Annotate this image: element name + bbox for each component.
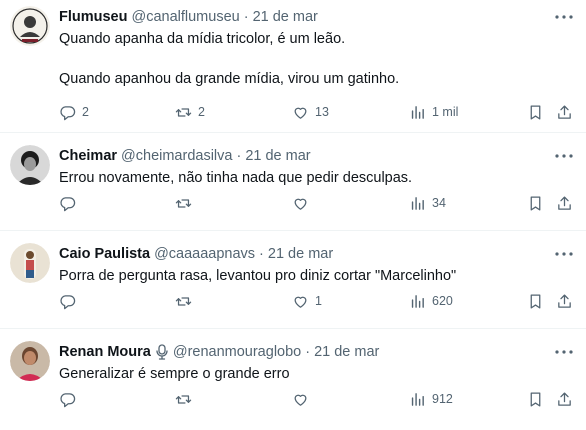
- share-icon: [558, 293, 571, 308]
- separator-dot: ·: [305, 344, 311, 360]
- views-count: 34: [432, 196, 446, 210]
- tweet-actions: 34: [59, 193, 574, 213]
- tweet[interactable]: Renan Moura @renanmouraglobo · 21 de mar…: [0, 329, 586, 427]
- tweet[interactable]: Flumuseu @canalflumuseu · 21 de mar Quan…: [0, 0, 586, 133]
- separator-dot: ·: [236, 148, 242, 164]
- retweet-icon: [175, 394, 192, 404]
- tweet-date[interactable]: 21 de mar: [245, 148, 310, 164]
- author-handle[interactable]: @renanmouraglobo: [173, 344, 301, 360]
- share-button[interactable]: [556, 293, 573, 310]
- share-button[interactable]: [556, 391, 573, 408]
- avatar[interactable]: [10, 341, 50, 381]
- tweet-text: Quando apanha da mídia tricolor, é um le…: [59, 31, 400, 87]
- share-button[interactable]: [556, 195, 573, 212]
- avatar[interactable]: [10, 145, 50, 185]
- retweet-button[interactable]: [175, 195, 198, 212]
- retweet-icon: [175, 296, 192, 306]
- tweet-text: Generalizar é sempre o grande erro: [59, 366, 290, 382]
- author-handle[interactable]: @canalflumuseu: [131, 9, 239, 25]
- views-icon: [411, 105, 424, 119]
- bookmark-button[interactable]: [527, 391, 544, 408]
- author-handle[interactable]: @caaaaapnavs: [154, 246, 255, 262]
- retweet-icon: [175, 198, 192, 208]
- more-icon[interactable]: [554, 344, 574, 360]
- share-icon: [558, 391, 571, 406]
- bookmark-button[interactable]: [527, 195, 544, 212]
- author-name[interactable]: Caio Paulista: [59, 246, 150, 262]
- heart-icon: [294, 198, 307, 210]
- like-button[interactable]: 1: [292, 293, 322, 310]
- author-name[interactable]: Flumuseu: [59, 9, 127, 25]
- reply-button[interactable]: 2: [59, 104, 89, 121]
- like-button[interactable]: [292, 391, 315, 408]
- tweet-date[interactable]: 21 de mar: [268, 246, 333, 262]
- retweet-icon: [175, 107, 192, 117]
- views-button[interactable]: 1 mil: [409, 104, 458, 121]
- views-icon: [411, 294, 424, 308]
- like-button[interactable]: 13: [292, 104, 329, 121]
- heart-icon: [294, 394, 307, 406]
- bookmark-icon: [530, 293, 541, 309]
- tweet-actions: 912: [59, 389, 574, 409]
- views-button[interactable]: 34: [409, 195, 446, 212]
- reply-icon: [60, 105, 76, 120]
- bookmark-button[interactable]: [527, 104, 544, 121]
- views-button[interactable]: 620: [409, 293, 453, 310]
- microphone-icon: [156, 344, 168, 360]
- separator-dot: ·: [259, 246, 264, 262]
- reply-count: 2: [82, 105, 89, 119]
- share-icon: [558, 195, 571, 210]
- reply-icon: [60, 294, 76, 309]
- retweet-button[interactable]: [175, 293, 198, 310]
- retweet-count: 2: [198, 105, 205, 119]
- reply-icon: [60, 196, 76, 211]
- tweet-text: Porra de pergunta rasa, levantou pro din…: [59, 268, 457, 284]
- bookmark-icon: [530, 104, 541, 120]
- views-count: 620: [432, 294, 453, 308]
- author-name[interactable]: Cheimar: [59, 148, 117, 164]
- more-icon[interactable]: [554, 9, 574, 25]
- tweet-actions: 2 2 13 1 mil: [59, 102, 574, 122]
- reply-button[interactable]: [59, 195, 82, 212]
- views-icon: [411, 392, 424, 406]
- views-count: 912: [432, 392, 453, 406]
- tweet-text: Errou novamente, não tinha nada que pedi…: [59, 170, 413, 186]
- avatar[interactable]: [10, 243, 50, 283]
- tweet[interactable]: Caio Paulista @caaaaapnavs · 21 de mar P…: [0, 231, 586, 329]
- like-count: 1: [315, 294, 322, 308]
- author-name[interactable]: Renan Moura: [59, 344, 151, 360]
- retweet-button[interactable]: [175, 391, 198, 408]
- author-handle[interactable]: @cheimardasilva: [121, 148, 232, 164]
- share-icon: [558, 104, 571, 119]
- reply-button[interactable]: [59, 391, 82, 408]
- tweet[interactable]: Cheimar @cheimardasilva · 21 de mar Erro…: [0, 133, 586, 231]
- views-count: 1 mil: [432, 105, 459, 119]
- heart-icon: [294, 107, 307, 119]
- like-button[interactable]: [292, 195, 315, 212]
- like-count: 13: [315, 105, 329, 119]
- heart-icon: [294, 296, 307, 308]
- bookmark-icon: [530, 391, 541, 407]
- views-icon: [411, 196, 424, 210]
- reply-button[interactable]: [59, 293, 82, 310]
- reply-icon: [60, 392, 76, 407]
- avatar[interactable]: [10, 6, 50, 46]
- tweet-date[interactable]: 21 de mar: [314, 344, 379, 360]
- reply-feed: Flumuseu @canalflumuseu · 21 de mar Quan…: [0, 0, 586, 430]
- retweet-button[interactable]: 2: [175, 104, 205, 121]
- tweet-date[interactable]: 21 de mar: [253, 9, 318, 25]
- bookmark-button[interactable]: [527, 293, 544, 310]
- more-icon[interactable]: [554, 148, 574, 164]
- share-button[interactable]: [556, 104, 573, 121]
- bookmark-icon: [530, 195, 541, 211]
- more-icon[interactable]: [554, 246, 574, 262]
- views-button[interactable]: 912: [409, 391, 453, 408]
- separator-dot: ·: [243, 9, 249, 25]
- tweet-actions: 1 620: [59, 291, 574, 311]
